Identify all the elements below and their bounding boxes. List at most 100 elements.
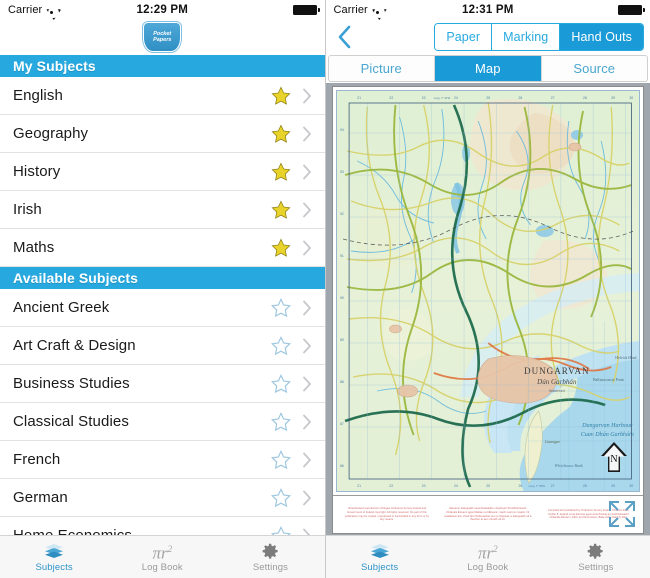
list-item[interactable]: Irish — [0, 191, 325, 229]
north-arrow-icon: N — [599, 441, 629, 475]
list-item[interactable]: Business Studies — [0, 365, 325, 403]
segmented-control-paper-marking-handouts[interactable]: Paper Marking Hand Outs — [434, 23, 644, 51]
map-grid-label-side: 93 — [340, 170, 344, 174]
expand-map-button[interactable] — [605, 499, 639, 529]
star-filled-icon[interactable] — [270, 199, 292, 221]
map-grid-label-bottom: 29 — [611, 484, 615, 488]
status-bar-right — [618, 4, 645, 15]
tab-log-book[interactable]: πr2 Log Book — [434, 536, 542, 578]
ordnance-survey-map-graphic: DUNGARVAN Dún Garbhán Waterford Dungarva… — [336, 91, 639, 491]
tab-settings[interactable]: Settings — [216, 536, 324, 578]
star-outline-icon[interactable] — [270, 297, 292, 319]
bottom-tab-bar[interactable]: Subjects πr2 Log Book Settings — [325, 535, 650, 578]
tab-label: Settings — [252, 562, 288, 573]
subject-label: History — [13, 163, 61, 180]
chevron-right-icon[interactable] — [302, 240, 312, 256]
list-item[interactable]: Classical Studies — [0, 403, 325, 441]
segment-hand-outs[interactable]: Hand Outs — [559, 24, 643, 50]
map-grid-label-side: 88 — [340, 380, 344, 384]
segment-paper[interactable]: Paper — [435, 24, 492, 50]
map-grid-label-top: 26 — [518, 96, 522, 100]
map-label-bay-ga: Cuan Dhún Garbháin — [580, 432, 633, 438]
copyright-text-irish: Sáraíonn atáirgeadh neamhúdaraithe cóipc… — [444, 507, 532, 522]
subject-label: Ancient Greek — [13, 299, 110, 316]
chevron-right-icon[interactable] — [302, 164, 312, 180]
tab-subjects[interactable]: Subjects — [0, 536, 108, 578]
map-label-ballynacourty: Ballynacourty Point — [593, 378, 625, 382]
star-filled-icon[interactable] — [270, 161, 292, 183]
star-outline-icon[interactable] — [270, 487, 292, 509]
list-item[interactable]: Art Craft & Design — [0, 327, 325, 365]
clock-label: 12:29 PM — [136, 3, 188, 16]
tab-settings[interactable]: Settings — [542, 536, 650, 578]
subject-label: German — [13, 489, 68, 506]
bottom-tab-bar[interactable]: Subjects πr2 Log Book Settings — [0, 535, 325, 578]
list-item[interactable]: Maths — [0, 229, 325, 267]
chevron-right-icon[interactable] — [302, 300, 312, 316]
map-grid-label-top: 24 — [453, 96, 457, 100]
tab-log-book[interactable]: πr2 Log Book — [108, 536, 216, 578]
subject-label: Geography — [13, 125, 89, 142]
app-logo-bar: Pocket Papers — [0, 19, 325, 55]
map-label-town-sub: Waterford — [548, 389, 564, 393]
map-grid-label-top: 30 — [629, 96, 633, 100]
star-outline-icon[interactable] — [270, 449, 292, 471]
star-filled-icon[interactable] — [270, 237, 292, 259]
segment-source[interactable]: Source — [540, 56, 647, 81]
subjects-list[interactable]: My Subjects English Geography History Ir… — [0, 55, 325, 536]
map-grid-label-bottom: 27 — [550, 484, 554, 488]
subject-label: Maths — [13, 239, 55, 256]
chevron-right-icon[interactable] — [302, 414, 312, 430]
chevron-right-icon[interactable] — [302, 126, 312, 142]
map-grid-label-side: 87 — [340, 422, 344, 426]
map-viewport[interactable]: DUNGARVAN Dún Garbhán Waterford Dungarva… — [325, 83, 650, 536]
map-grid-label-side: 94 — [340, 128, 344, 132]
chevron-right-icon[interactable] — [302, 202, 312, 218]
copyright-text-english: Unauthorised reproduction infringes Ordn… — [344, 507, 429, 522]
map-grid-label-top: 22 — [389, 96, 393, 100]
star-outline-icon[interactable] — [270, 411, 292, 433]
map-image[interactable]: DUNGARVAN Dún Garbhán Waterford Dungarva… — [335, 90, 640, 492]
tab-label: Subjects — [360, 562, 399, 573]
map-grid-label-top: 27 — [550, 96, 554, 100]
star-filled-icon[interactable] — [270, 85, 292, 107]
list-item[interactable]: History — [0, 153, 325, 191]
tab-label: Log Book — [467, 562, 509, 573]
map-grid-label-top: 21 — [357, 96, 361, 100]
list-item[interactable]: German — [0, 479, 325, 517]
map-grid-note-top: Long. 7° 40'W — [433, 96, 450, 100]
map-grid-label-bottom: 24 — [453, 484, 457, 488]
logo-line-2: Papers — [153, 37, 172, 43]
star-filled-icon[interactable] — [270, 123, 292, 145]
list-item[interactable]: French — [0, 441, 325, 479]
map-grid-label-bottom: 22 — [389, 484, 393, 488]
segment-map[interactable]: Map — [434, 56, 541, 81]
map-grid-label-bottom: 25 — [486, 484, 490, 488]
chevron-right-icon[interactable] — [302, 490, 312, 506]
books-icon — [369, 541, 391, 561]
pi-r-squared-icon: πr2 — [152, 543, 173, 563]
battery-icon — [618, 4, 645, 15]
status-bar: Carrier 12:31 PM — [325, 0, 650, 19]
list-item[interactable]: Home Economics — [0, 517, 325, 536]
map-label-town-en: DUNGARVAN — [524, 366, 590, 376]
chevron-right-icon[interactable] — [302, 376, 312, 392]
section-header-available-subjects: Available Subjects — [0, 267, 325, 289]
back-button[interactable] — [332, 24, 358, 50]
segment-marking[interactable]: Marking — [491, 24, 560, 50]
list-item[interactable]: English — [0, 77, 325, 115]
segmented-control-picture-map-source[interactable]: Picture Map Source — [327, 55, 648, 82]
chevron-right-icon[interactable] — [302, 452, 312, 468]
map-grid-label-bottom: 26 — [518, 484, 522, 488]
status-bar-right — [292, 4, 320, 15]
list-item[interactable]: Geography — [0, 115, 325, 153]
section-header-my-subjects: My Subjects — [0, 55, 325, 77]
tab-subjects[interactable]: Subjects — [326, 536, 434, 578]
chevron-right-icon[interactable] — [302, 338, 312, 354]
map-grid-label-side: 86 — [340, 464, 344, 468]
star-outline-icon[interactable] — [270, 373, 292, 395]
segment-picture[interactable]: Picture — [328, 56, 434, 81]
chevron-right-icon[interactable] — [302, 88, 312, 104]
list-item[interactable]: Ancient Greek — [0, 289, 325, 327]
star-outline-icon[interactable] — [270, 335, 292, 357]
